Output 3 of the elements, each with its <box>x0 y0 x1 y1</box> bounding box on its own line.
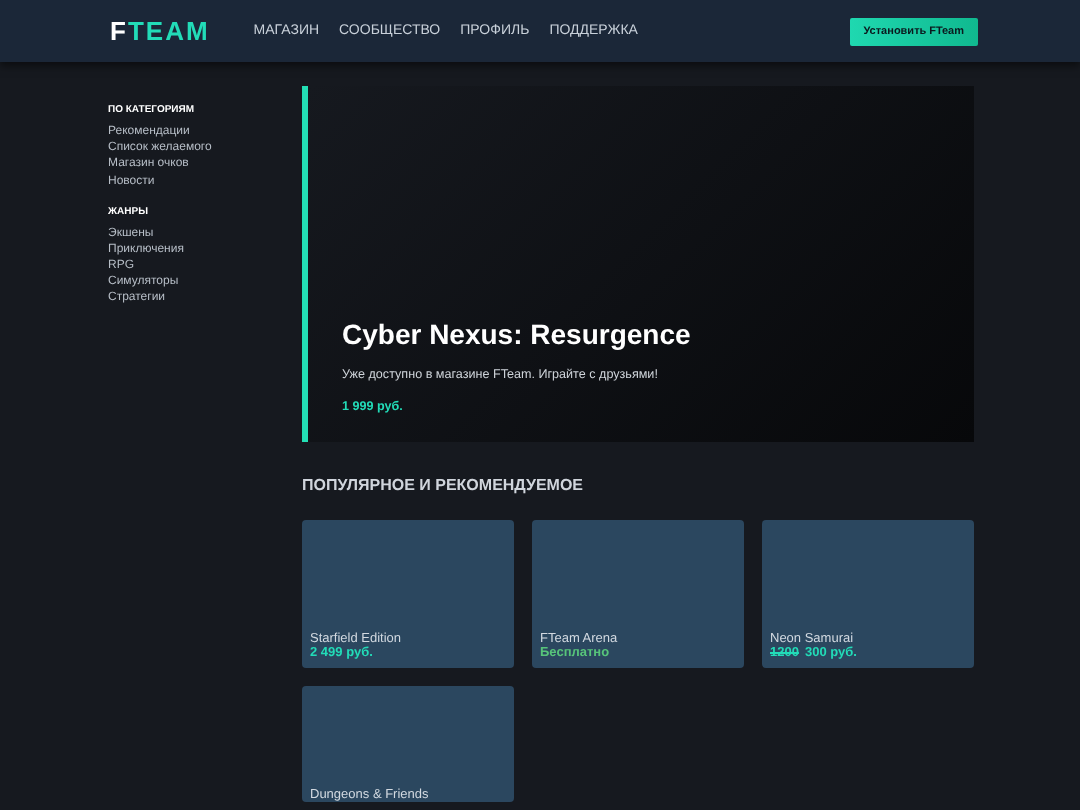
section-title: ПОПУЛЯРНОЕ И РЕКОМЕНДУЕМОЕ <box>302 476 586 494</box>
hero-title: Cyber Nexus: Resurgence <box>342 318 693 350</box>
logo[interactable]: FTEAM <box>110 16 210 46</box>
